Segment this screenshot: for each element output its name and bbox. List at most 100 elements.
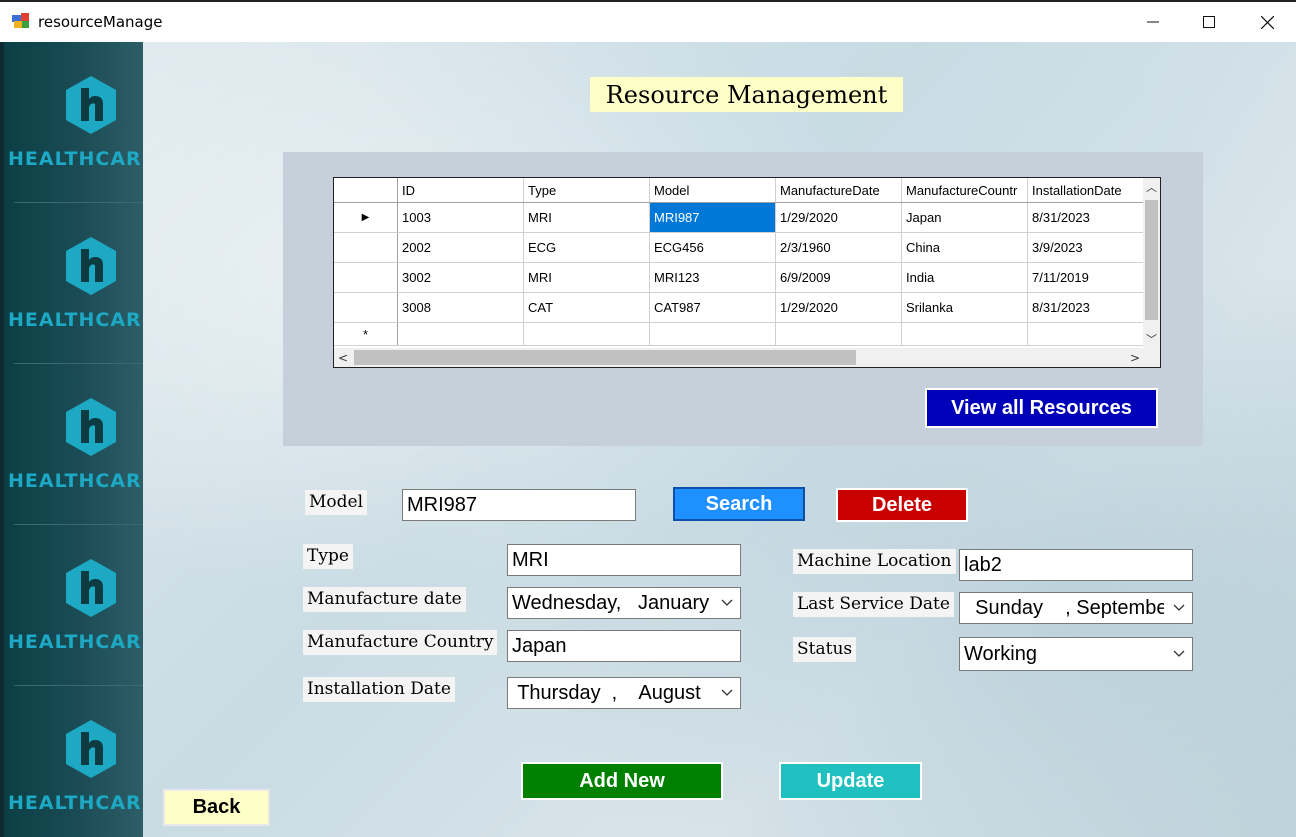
table-cell[interactable]: MRI: [523, 202, 650, 233]
table-cell[interactable]: MRI123: [649, 262, 776, 293]
add-new-button[interactable]: Add New: [521, 762, 723, 800]
healthcare-logo-icon: [66, 720, 116, 778]
vertical-scroll-thumb[interactable]: [1145, 200, 1158, 320]
column-header[interactable]: Type: [523, 178, 650, 203]
healthcare-logo-icon: [66, 76, 116, 134]
table-cell[interactable]: [775, 322, 902, 346]
delete-button[interactable]: Delete: [836, 488, 968, 522]
machine-location-label: Machine Location: [793, 549, 956, 574]
column-header[interactable]: InstallationDate: [1027, 178, 1144, 203]
table-cell[interactable]: CAT: [523, 292, 650, 323]
table-cell[interactable]: 8/31/2023: [1027, 202, 1144, 233]
logo-block: HEALTHCARE: [0, 42, 143, 203]
table-cell[interactable]: [397, 322, 524, 346]
minimize-icon: [1147, 21, 1159, 23]
maximize-button[interactable]: [1180, 2, 1238, 42]
table-row[interactable]: 3002 MRI MRI123 6/9/2009 India 7/11/2019: [334, 262, 1144, 293]
new-row[interactable]: *: [334, 322, 1144, 346]
healthcare-logo-text: HEALTHCARE: [8, 792, 143, 814]
table-cell[interactable]: 7/11/2019: [1027, 262, 1144, 293]
resources-grid[interactable]: ID Type Model ManufactureDate ManufactureCou…: [333, 177, 1161, 368]
table-cell[interactable]: MRI: [523, 262, 650, 293]
table-cell[interactable]: 3002: [397, 262, 524, 293]
last-service-date-label: Last Service Date: [793, 592, 954, 617]
column-header[interactable]: ManufactureCountr: [901, 178, 1028, 203]
minimize-button[interactable]: [1124, 2, 1182, 42]
update-button[interactable]: Update: [779, 762, 922, 800]
grid-table: ID Type Model ManufactureDate ManufactureCou…: [334, 178, 1144, 346]
horizontal-scroll-thumb[interactable]: [354, 350, 856, 365]
column-header[interactable]: Model: [649, 178, 776, 203]
row-header[interactable]: [334, 232, 398, 263]
search-button[interactable]: Search: [673, 487, 805, 521]
window-title: resourceManage: [38, 13, 163, 31]
close-button[interactable]: [1238, 2, 1296, 42]
table-cell[interactable]: ECG456: [649, 232, 776, 263]
chevron-down-icon[interactable]: [718, 678, 736, 708]
row-header[interactable]: [334, 262, 398, 293]
machine-location-input[interactable]: [959, 549, 1193, 581]
last-service-date-picker[interactable]: Sunday , Septembe: [959, 592, 1193, 624]
healthcare-logo-text: HEALTHCARE: [8, 148, 143, 170]
status-label: Status: [793, 637, 857, 662]
installation-date-label: Installation Date: [303, 677, 455, 702]
table-row[interactable]: ▶ 1003 MRI MRI987 1/29/2020 Japan 8/31/2023: [334, 202, 1144, 233]
chevron-down-icon[interactable]: [1170, 638, 1188, 670]
table-cell[interactable]: 3/9/2023: [1027, 232, 1144, 263]
manufacture-date-label: Manufacture date: [303, 587, 466, 612]
healthcare-logo-text: HEALTHCARE: [8, 470, 143, 492]
app-icon: [12, 13, 29, 28]
column-header[interactable]: ManufactureDate: [775, 178, 902, 203]
model-input[interactable]: [402, 489, 636, 521]
page-title: Resource Management: [590, 77, 903, 112]
chevron-down-icon[interactable]: [1170, 593, 1188, 623]
table-cell[interactable]: [649, 322, 776, 346]
horizontal-scrollbar[interactable]: < >: [334, 348, 1144, 367]
sidebar: HEALTHCARE HEALTHCARE HEALTHCARE HEALTHCARE…: [0, 42, 143, 837]
column-header[interactable]: ID: [397, 178, 524, 203]
new-row-header[interactable]: *: [334, 322, 398, 346]
logo-block: HEALTHCARE: [0, 525, 143, 686]
scroll-up-icon[interactable]: ︿: [1143, 178, 1160, 196]
last-service-date-value: Sunday , Septembe: [964, 597, 1164, 619]
table-cell[interactable]: India: [901, 262, 1028, 293]
table-cell[interactable]: 1/29/2020: [775, 292, 902, 323]
logo-block: HEALTHCARE: [0, 686, 143, 837]
table-cell[interactable]: Srilanka: [901, 292, 1028, 323]
table-cell[interactable]: 3008: [397, 292, 524, 323]
table-row[interactable]: 2002 ECG ECG456 2/3/1960 China 3/9/2023: [334, 232, 1144, 263]
row-header[interactable]: [334, 292, 398, 323]
scroll-down-icon[interactable]: ﹀: [1143, 330, 1160, 348]
row-header[interactable]: ▶: [334, 202, 398, 233]
scrollbar-corner: [1143, 348, 1160, 367]
table-cell[interactable]: 8/31/2023: [1027, 292, 1144, 323]
row-header-corner[interactable]: [334, 178, 398, 203]
back-button[interactable]: Back: [163, 789, 270, 826]
installation-date-value: Thursday , August: [512, 682, 701, 704]
table-cell[interactable]: 2002: [397, 232, 524, 263]
manufacture-country-input[interactable]: [507, 630, 741, 662]
chevron-down-icon[interactable]: [718, 588, 736, 618]
table-cell[interactable]: 1/29/2020: [775, 202, 902, 233]
view-all-resources-button[interactable]: View all Resources: [925, 388, 1158, 428]
manufacture-date-value: Wednesday, January: [512, 592, 710, 614]
table-row[interactable]: 3008 CAT CAT987 1/29/2020 Srilanka 8/31/2023: [334, 292, 1144, 323]
table-cell[interactable]: Japan: [901, 202, 1028, 233]
table-cell[interactable]: MRI987: [649, 202, 776, 233]
table-cell[interactable]: China: [901, 232, 1028, 263]
manufacture-date-picker[interactable]: Wednesday, January: [507, 587, 741, 619]
table-cell[interactable]: 6/9/2009: [775, 262, 902, 293]
vertical-scrollbar[interactable]: ︿ ﹀: [1143, 178, 1160, 348]
table-cell[interactable]: [523, 322, 650, 346]
status-select[interactable]: Working: [959, 637, 1193, 671]
table-cell[interactable]: ECG: [523, 232, 650, 263]
table-cell[interactable]: [901, 322, 1028, 346]
installation-date-picker[interactable]: Thursday , August: [507, 677, 741, 709]
scroll-right-icon[interactable]: >: [1126, 348, 1144, 367]
table-cell[interactable]: 1003: [397, 202, 524, 233]
table-cell[interactable]: 2/3/1960: [775, 232, 902, 263]
scroll-left-icon[interactable]: <: [334, 348, 352, 367]
table-cell[interactable]: [1027, 322, 1144, 346]
type-input[interactable]: [507, 544, 741, 576]
table-cell[interactable]: CAT987: [649, 292, 776, 323]
